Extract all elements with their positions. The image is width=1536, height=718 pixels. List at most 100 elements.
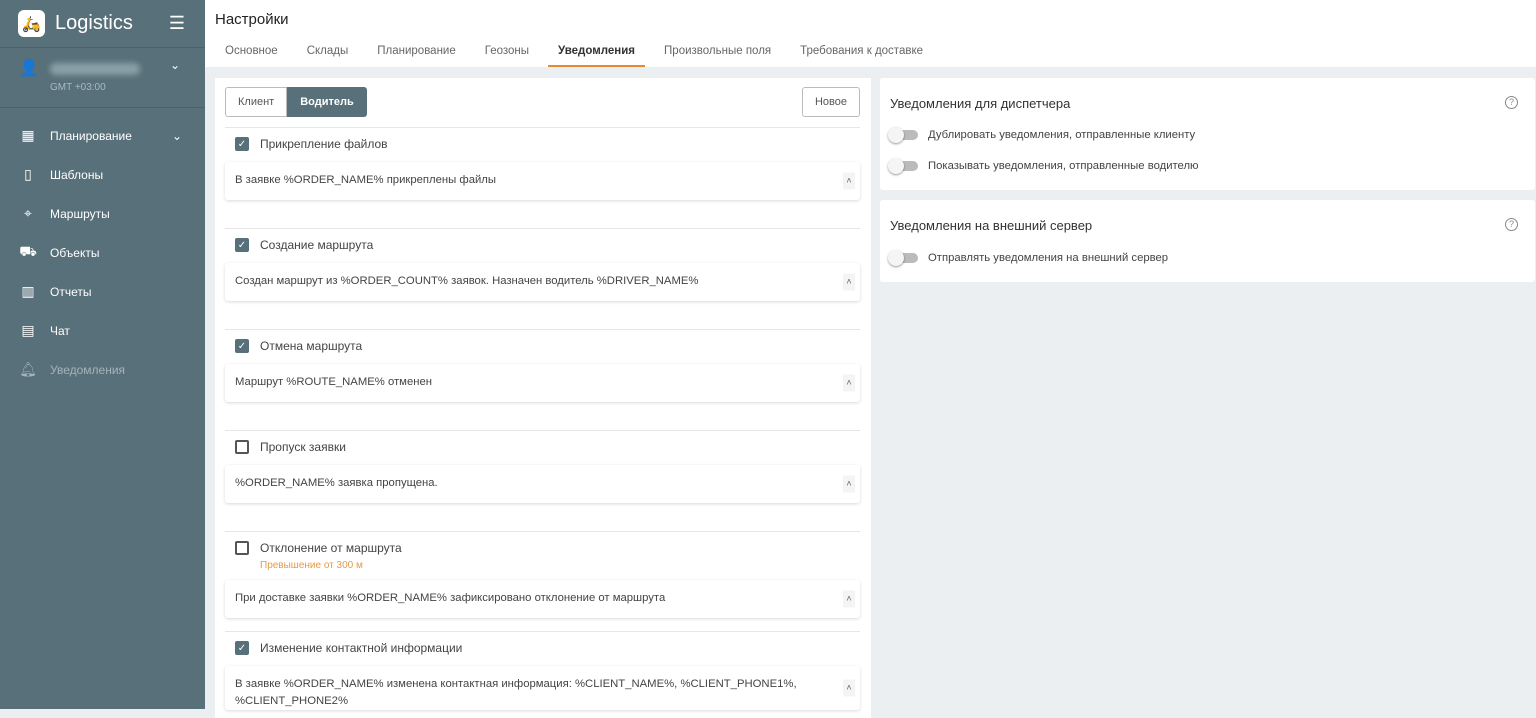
checkbox-label: Изменение контактной информации — [260, 641, 463, 655]
sidebar-item-templates[interactable]: ▯ Шаблоны — [0, 155, 205, 194]
template-text: %ORDER_NAME% заявка пропущена. — [235, 477, 438, 489]
chevron-down-icon: ⌄ — [171, 128, 182, 143]
new-button[interactable]: Новое — [801, 87, 860, 117]
sidebar-item-routes[interactable]: ⌖ Маршруты — [0, 194, 205, 233]
chat-icon: ▤ — [21, 322, 35, 338]
notification-section: Пропуск заявки %ORDER_NAME% заявка пропущ… — [225, 430, 860, 503]
tab-custom-fields[interactable]: Произвольные поля — [654, 44, 781, 67]
chevron-up-icon[interactable]: ˄ — [843, 172, 855, 190]
template-textarea[interactable]: В заявке %ORDER_NAME% изменена контактна… — [225, 666, 860, 710]
template-textarea[interactable]: %ORDER_NAME% заявка пропущена. ˄ — [225, 465, 860, 503]
toggle-label: Показывать уведомления, отправленные вод… — [928, 160, 1199, 172]
chevron-up-icon[interactable]: ˄ — [843, 475, 855, 493]
help-icon[interactable]: ? — [1505, 96, 1518, 109]
template-textarea[interactable]: В заявке %ORDER_NAME% прикреплены файлы ˄ — [225, 162, 860, 200]
checkbox[interactable]: ✓ — [235, 137, 249, 151]
recipient-toggle: Клиент Водитель — [225, 87, 367, 117]
template-text: В заявке %ORDER_NAME% прикреплены файлы — [235, 174, 496, 186]
sidebar: 🛵 Logistics ☰ 👤 GMT +03:00 ⌄ ▦ Планирован… — [0, 0, 205, 709]
checkbox-label: Пропуск заявки — [260, 440, 346, 454]
checkbox[interactable]: ✓ — [235, 641, 249, 655]
notification-section: ✓ Отмена маршрута Маршрут %ROUTE_NAME% отм… — [225, 329, 860, 402]
checkbox-label: Отклонение от маршрута — [260, 541, 402, 555]
timezone: GMT +03:00 — [50, 82, 106, 93]
toggle-duplicate-client[interactable]: Дублировать уведомления, отправленные кл… — [888, 127, 1196, 143]
nav-label: Чат — [50, 323, 70, 338]
sidebar-item-objects[interactable]: ⛟ Объекты — [0, 233, 205, 272]
template-text: Создан маршрут из %ORDER_COUNT% заявок. … — [235, 275, 699, 287]
tab-delivery-requirements[interactable]: Требования к доставке — [790, 44, 933, 67]
checkbox-row[interactable]: ✓ Создание маршрута — [225, 229, 860, 261]
driver-button[interactable]: Водитель — [287, 87, 367, 117]
checkbox-row[interactable]: ✓ Отмена маршрута — [225, 330, 860, 362]
help-icon[interactable]: ? — [1505, 218, 1518, 231]
template-textarea[interactable]: Маршрут %ROUTE_NAME% отменен ˄ — [225, 364, 860, 402]
template-text: Маршрут %ROUTE_NAME% отменен — [235, 376, 432, 388]
notification-section: ✓ Прикрепление файлов В заявке %ORDER_NAME… — [225, 127, 860, 200]
nav-label: Планирование — [50, 128, 132, 143]
toggle-switch[interactable] — [888, 158, 918, 174]
toggle-label: Отправлять уведомления на внешний сервер — [928, 252, 1169, 264]
chevron-up-icon[interactable]: ˄ — [843, 273, 855, 291]
chevron-up-icon[interactable]: ˄ — [843, 590, 855, 608]
checkbox-label: Прикрепление файлов — [260, 137, 388, 151]
toggle-switch[interactable] — [888, 127, 918, 143]
sidebar-item-reports[interactable]: ▥ Отчеты — [0, 272, 205, 311]
checkbox-row[interactable]: ✓ Прикрепление файлов — [225, 128, 860, 160]
nav-label: Уведомления — [50, 362, 126, 377]
template-text: При доставке заявки %ORDER_NAME% зафикси… — [235, 592, 666, 604]
sidebar-item-chat[interactable]: ▤ Чат — [0, 311, 205, 350]
chevron-up-icon[interactable]: ˄ — [843, 374, 855, 392]
notification-section: Отклонение от маршрута Превышение от 300 … — [225, 531, 860, 618]
card-title: Уведомления на внешний сервер — [890, 218, 1093, 233]
page-header: Настройки Основное Склады Планирование Г… — [205, 0, 1536, 67]
tab-general[interactable]: Основное — [215, 44, 288, 67]
checkbox[interactable] — [235, 440, 249, 454]
checkbox-row[interactable]: ✓ Изменение контактной информации — [225, 632, 860, 664]
calendar-icon: ▦ — [21, 127, 35, 143]
menu-icon[interactable]: ☰ — [169, 13, 185, 34]
tab-planning[interactable]: Планирование — [367, 44, 465, 67]
page-title: Настройки — [215, 11, 289, 28]
checkbox[interactable]: ✓ — [235, 339, 249, 353]
toggle-external-server[interactable]: Отправлять уведомления на внешний сервер — [888, 250, 1169, 266]
report-icon: ▥ — [21, 283, 35, 299]
toggle-switch[interactable] — [888, 250, 918, 266]
sidebar-item-notifications[interactable]: 🔔︎ Уведомления — [0, 350, 205, 389]
chevron-down-icon[interactable]: ⌄ — [170, 58, 180, 72]
checkbox-label: Отмена маршрута — [260, 339, 363, 353]
template-textarea[interactable]: При доставке заявки %ORDER_NAME% зафикси… — [225, 580, 860, 618]
notification-section: ✓ Изменение контактной информации В заявке… — [225, 631, 860, 710]
hint-text: Превышение от 300 м — [260, 560, 363, 571]
checkbox[interactable] — [235, 541, 249, 555]
template-textarea[interactable]: Создан маршрут из %ORDER_COUNT% заявок. … — [225, 263, 860, 301]
nav-label: Отчеты — [50, 284, 92, 299]
checkbox[interactable]: ✓ — [235, 238, 249, 252]
checkbox-row[interactable]: Пропуск заявки — [225, 431, 860, 463]
route-icon: ⌖ — [24, 205, 32, 221]
user-name-blurred — [50, 63, 140, 75]
card-title: Уведомления для диспетчера — [890, 96, 1071, 111]
app-logo: 🛵 — [18, 10, 45, 37]
nav-label: Шаблоны — [50, 167, 104, 182]
bell-icon: 🔔︎ — [19, 361, 37, 377]
tab-geozones[interactable]: Геозоны — [475, 44, 539, 67]
client-button[interactable]: Клиент — [225, 87, 288, 117]
toggle-label: Дублировать уведомления, отправленные кл… — [928, 129, 1196, 141]
tab-notifications[interactable]: Уведомления — [548, 44, 646, 67]
template-icon: ▯ — [24, 166, 32, 182]
dispatcher-notifications-card: Уведомления для диспетчера ? Дублировать… — [880, 78, 1535, 190]
external-server-card: Уведомления на внешний сервер ? Отправля… — [880, 200, 1535, 282]
brand-name: Logistics — [55, 12, 133, 34]
chevron-up-icon[interactable]: ˄ — [843, 679, 855, 697]
toggle-show-driver[interactable]: Показывать уведомления, отправленные вод… — [888, 158, 1199, 174]
car-icon: ⛟ — [19, 243, 37, 259]
notification-templates-card: Клиент Водитель Новое ✓ Прикрепление файл… — [215, 78, 871, 718]
checkbox-label: Создание маршрута — [260, 238, 374, 252]
sidebar-item-planning[interactable]: ▦ Планирование ⌄ — [0, 116, 205, 155]
tab-warehouses[interactable]: Склады — [297, 44, 359, 67]
nav-label: Объекты — [50, 245, 100, 260]
sidebar-header: 🛵 Logistics ☰ — [0, 0, 205, 48]
template-text: В заявке %ORDER_NAME% изменена контактна… — [235, 678, 797, 707]
user-menu[interactable]: 👤 GMT +03:00 ⌄ — [0, 48, 205, 108]
